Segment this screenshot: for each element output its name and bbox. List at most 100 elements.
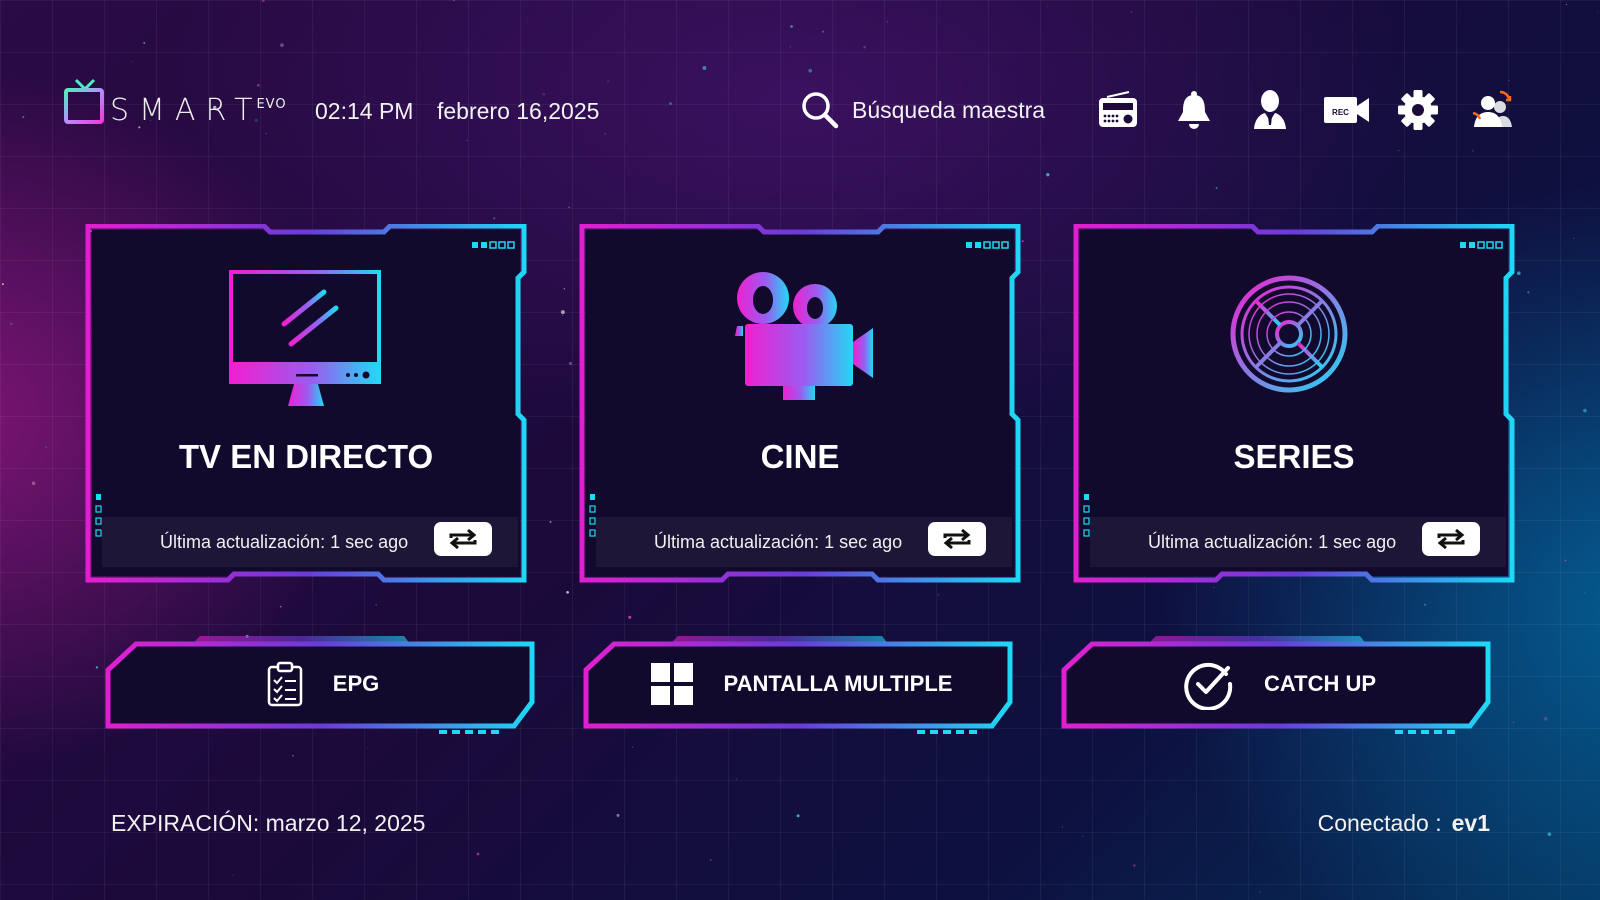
star xyxy=(367,746,369,749)
star xyxy=(45,446,48,449)
star xyxy=(549,520,552,523)
refresh-button[interactable] xyxy=(1422,522,1480,556)
star xyxy=(1046,173,1050,177)
movie-camera-icon xyxy=(735,272,873,400)
check-circle-icon xyxy=(1184,662,1233,710)
tv-logo-icon xyxy=(64,78,104,124)
star xyxy=(31,481,36,486)
recordings-button[interactable]: REC xyxy=(1322,88,1372,132)
star xyxy=(796,814,800,818)
catch-up-button[interactable]: CATCH UP xyxy=(1060,632,1498,736)
card-title: TV EN DIRECTO xyxy=(178,438,434,475)
star xyxy=(607,80,610,83)
card-title: SERIES xyxy=(1233,438,1355,475)
refresh-icon xyxy=(449,528,477,550)
star xyxy=(1573,237,1575,239)
refresh-button[interactable] xyxy=(928,522,986,556)
star xyxy=(22,116,25,118)
star xyxy=(131,60,134,63)
star xyxy=(1398,150,1400,151)
star xyxy=(1547,832,1552,836)
user-icon xyxy=(1254,90,1286,129)
last-update-text: Última actualización: 1 sec ago xyxy=(1148,532,1397,552)
star xyxy=(566,590,569,594)
star xyxy=(476,852,480,856)
star xyxy=(1046,6,1048,8)
star xyxy=(1021,240,1024,243)
last-update-text: Última actualización: 1 sec ago xyxy=(654,532,903,552)
card-footer: Última actualización: 1 sec ago xyxy=(1090,517,1506,567)
button-label: PANTALLA MULTIPLE xyxy=(723,671,953,696)
master-search-button[interactable]: Búsqueda maestra xyxy=(800,90,1045,130)
star xyxy=(1583,408,1587,413)
star xyxy=(232,874,234,876)
star xyxy=(1597,12,1599,14)
star xyxy=(492,217,496,220)
grid-icon xyxy=(650,663,693,705)
star xyxy=(710,859,712,861)
app-logo: SMART EVO xyxy=(64,78,287,126)
button-label: CATCH UP xyxy=(1263,671,1377,696)
star xyxy=(1508,79,1510,82)
star xyxy=(1215,186,1218,189)
star xyxy=(790,25,793,28)
current-date: febrero 16,2025 xyxy=(437,98,600,124)
star xyxy=(863,46,866,49)
logo-suffix: EVO xyxy=(256,97,287,112)
star xyxy=(1516,271,1521,276)
card-cinema[interactable]: CINE Última actualización: 1 sec ago xyxy=(578,224,1022,586)
rec-badge: REC xyxy=(1332,108,1349,117)
star xyxy=(1512,721,1515,724)
star xyxy=(1132,864,1136,867)
star xyxy=(631,746,634,748)
star xyxy=(628,615,632,619)
gear-icon xyxy=(1398,90,1438,130)
connected-value: ev1 xyxy=(1451,810,1490,836)
star xyxy=(1472,150,1474,152)
switch-user-button[interactable] xyxy=(1470,88,1514,132)
star xyxy=(1527,291,1530,294)
star xyxy=(292,754,294,757)
refresh-icon xyxy=(943,528,971,550)
bell-icon xyxy=(1178,91,1210,129)
star xyxy=(669,102,672,105)
radio-icon xyxy=(1099,91,1137,127)
clock-time: 02:14 PM xyxy=(315,98,414,124)
refresh-icon xyxy=(1437,528,1465,550)
star xyxy=(1213,586,1215,589)
connected-label: Conectado : xyxy=(1317,810,1442,836)
star xyxy=(702,65,707,70)
switch-user-icon xyxy=(1472,90,1512,127)
settings-button[interactable] xyxy=(1396,88,1440,132)
star xyxy=(937,593,940,596)
star xyxy=(542,92,546,96)
star xyxy=(886,20,889,23)
star xyxy=(808,68,813,73)
film-reel-icon xyxy=(1230,275,1365,393)
epg-button[interactable]: EPG xyxy=(104,632,542,736)
notifications-button[interactable] xyxy=(1172,88,1216,132)
connection-status: Conectado : ev1 xyxy=(1318,810,1490,837)
rec-camera-icon: REC xyxy=(1324,97,1369,123)
multiscreen-button[interactable]: PANTALLA MULTIPLE xyxy=(582,632,1020,736)
star xyxy=(280,43,284,47)
star xyxy=(563,288,565,290)
star xyxy=(375,604,377,606)
profile-button[interactable] xyxy=(1248,88,1292,132)
star xyxy=(9,322,13,326)
star xyxy=(569,361,572,365)
card-series[interactable]: SERIES Última actualización: 1 sec ago xyxy=(1072,224,1516,586)
expiration-text: EXPIRACIÓN: marzo 12, 2025 xyxy=(111,810,426,836)
card-live-tv[interactable]: TV EN DIRECTO Última actualización: 1 se… xyxy=(84,224,528,586)
star xyxy=(1259,891,1261,893)
refresh-button[interactable] xyxy=(434,522,492,556)
card-footer: Última actualización: 1 sec ago xyxy=(102,517,518,567)
clipboard-checklist-icon xyxy=(267,661,303,707)
star xyxy=(143,41,146,44)
star xyxy=(452,0,456,2)
star xyxy=(466,139,468,142)
radio-button[interactable] xyxy=(1096,88,1140,132)
star xyxy=(789,45,792,48)
star xyxy=(1130,11,1133,13)
last-update-text: Última actualización: 1 sec ago xyxy=(160,532,409,552)
